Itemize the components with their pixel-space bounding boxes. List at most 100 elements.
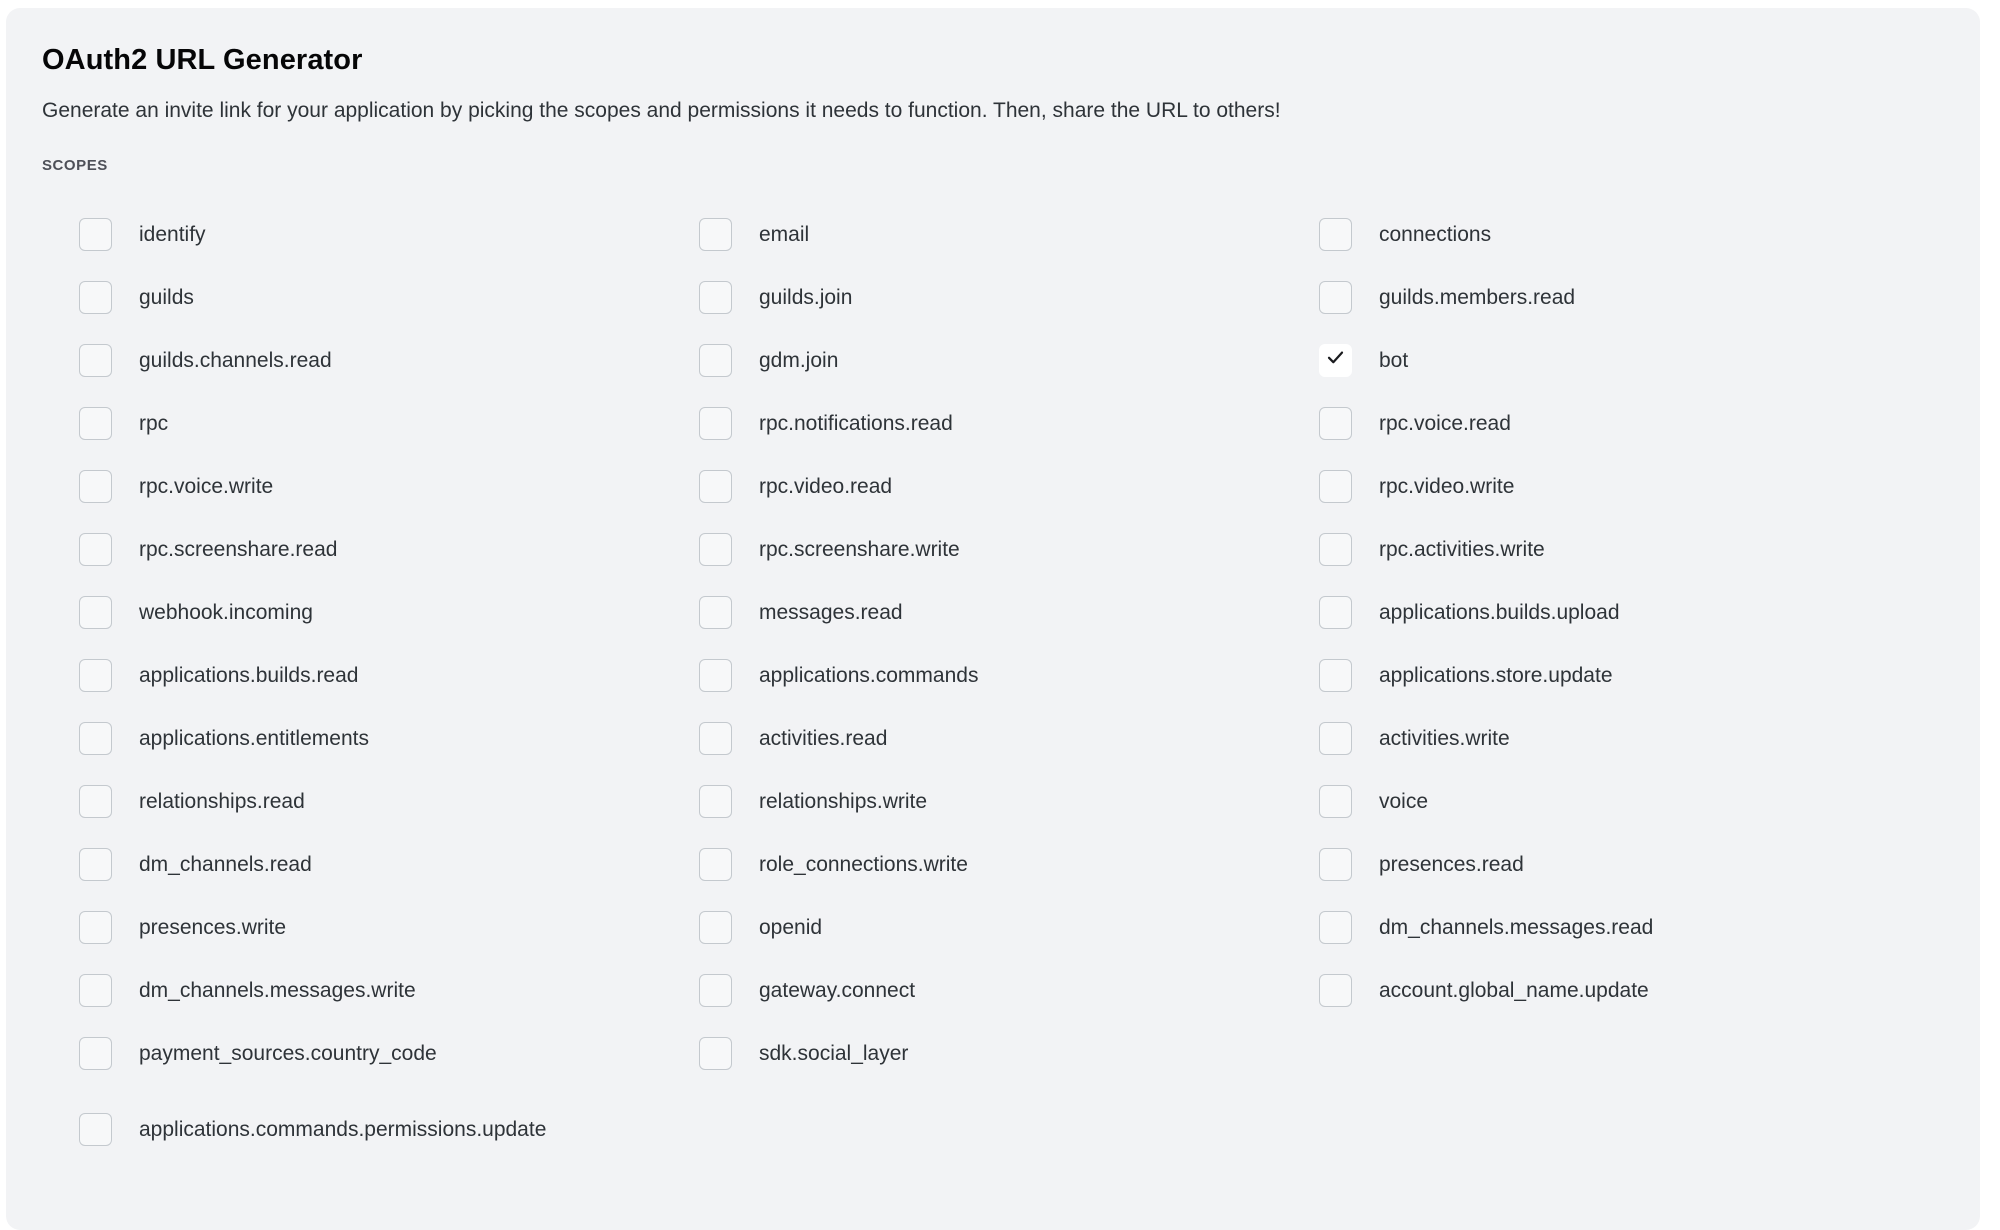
checkbox-unchecked[interactable] — [699, 658, 732, 692]
scope-item[interactable]: account.global_name.update — [1319, 959, 1944, 1022]
checkbox-unchecked[interactable] — [699, 973, 732, 1007]
checkbox-unchecked[interactable] — [699, 721, 732, 755]
checkbox-unchecked[interactable] — [79, 217, 112, 251]
scope-item[interactable]: guilds.channels.read — [79, 329, 699, 392]
scope-label: guilds — [139, 285, 194, 309]
scope-item[interactable]: presences.read — [1319, 833, 1944, 896]
scope-label: role_connections.write — [759, 852, 968, 876]
scope-item[interactable]: rpc.notifications.read — [699, 392, 1319, 455]
checkbox-unchecked[interactable] — [79, 847, 112, 881]
scope-item[interactable]: relationships.write — [699, 770, 1319, 833]
checkbox-unchecked[interactable] — [1319, 595, 1352, 629]
checkbox-unchecked[interactable] — [1319, 280, 1352, 314]
scope-label: applications.commands — [759, 663, 979, 687]
checkbox-unchecked[interactable] — [79, 973, 112, 1007]
checkbox-unchecked[interactable] — [1319, 217, 1352, 251]
scope-item[interactable]: sdk.social_layer — [699, 1022, 1319, 1085]
scope-label: payment_sources.country_code — [139, 1041, 437, 1065]
scope-item[interactable]: rpc.activities.write — [1319, 518, 1944, 581]
scope-item[interactable]: gdm.join — [699, 329, 1319, 392]
scope-label: dm_channels.read — [139, 852, 312, 876]
checkbox-unchecked[interactable] — [699, 343, 732, 377]
checkbox-unchecked[interactable] — [79, 658, 112, 692]
checkbox-unchecked[interactable] — [699, 784, 732, 818]
scope-item[interactable]: dm_channels.messages.read — [1319, 896, 1944, 959]
checkbox-unchecked[interactable] — [79, 280, 112, 314]
checkbox-unchecked[interactable] — [1319, 532, 1352, 566]
scope-item[interactable]: rpc — [79, 392, 699, 455]
checkbox-unchecked[interactable] — [79, 406, 112, 440]
scope-item[interactable]: payment_sources.country_code — [79, 1022, 699, 1085]
checkbox-unchecked[interactable] — [699, 406, 732, 440]
scope-item[interactable]: rpc.voice.read — [1319, 392, 1944, 455]
scope-item[interactable]: rpc.video.read — [699, 455, 1319, 518]
scope-item[interactable]: webhook.incoming — [79, 581, 699, 644]
scope-label: gateway.connect — [759, 978, 916, 1002]
checkbox-unchecked[interactable] — [1319, 658, 1352, 692]
checkbox-unchecked[interactable] — [699, 280, 732, 314]
scope-item[interactable]: applications.commands — [699, 644, 1319, 707]
scope-label: guilds.members.read — [1379, 285, 1576, 309]
checkbox-unchecked[interactable] — [699, 217, 732, 251]
scope-item[interactable]: guilds — [79, 266, 699, 329]
scope-item[interactable]: voice — [1319, 770, 1944, 833]
scope-item[interactable]: applications.builds.upload — [1319, 581, 1944, 644]
scope-item[interactable]: rpc.video.write — [1319, 455, 1944, 518]
scope-item[interactable]: bot — [1319, 329, 1944, 392]
checkbox-unchecked[interactable] — [79, 1112, 112, 1146]
checkbox-unchecked[interactable] — [699, 532, 732, 566]
scope-item[interactable]: connections — [1319, 203, 1944, 266]
checkbox-unchecked[interactable] — [1319, 721, 1352, 755]
checkbox-unchecked[interactable] — [1319, 973, 1352, 1007]
scope-label: dm_channels.messages.write — [139, 978, 416, 1002]
scope-label: presences.read — [1379, 852, 1524, 876]
checkbox-unchecked[interactable] — [699, 595, 732, 629]
checkbox-unchecked[interactable] — [79, 532, 112, 566]
scope-item[interactable]: activities.read — [699, 707, 1319, 770]
checkbox-unchecked[interactable] — [1319, 847, 1352, 881]
checkbox-unchecked[interactable] — [79, 343, 112, 377]
scope-label: applications.builds.read — [139, 663, 359, 687]
scope-item[interactable]: presences.write — [79, 896, 699, 959]
scope-item[interactable]: role_connections.write — [699, 833, 1319, 896]
scope-label: rpc.voice.write — [139, 474, 274, 498]
scope-label: applications.store.update — [1379, 663, 1613, 687]
scope-label: relationships.write — [759, 789, 928, 813]
scope-item[interactable]: rpc.screenshare.read — [79, 518, 699, 581]
checkbox-unchecked[interactable] — [79, 1036, 112, 1070]
scope-label: dm_channels.messages.read — [1379, 915, 1654, 939]
scope-item[interactable]: applications.entitlements — [79, 707, 699, 770]
checkbox-unchecked[interactable] — [1319, 406, 1352, 440]
scope-label: sdk.social_layer — [759, 1041, 909, 1065]
scope-item[interactable]: guilds.members.read — [1319, 266, 1944, 329]
scope-item[interactable]: applications.store.update — [1319, 644, 1944, 707]
checkbox-unchecked[interactable] — [1319, 910, 1352, 944]
scope-item[interactable]: applications.commands.permissions.update — [79, 1098, 1944, 1161]
scope-item[interactable]: openid — [699, 896, 1319, 959]
checkbox-unchecked[interactable] — [699, 910, 732, 944]
scope-item[interactable]: rpc.screenshare.write — [699, 518, 1319, 581]
scope-item[interactable]: identify — [79, 203, 699, 266]
scope-item[interactable]: gateway.connect — [699, 959, 1319, 1022]
scope-item[interactable]: activities.write — [1319, 707, 1944, 770]
scope-item[interactable]: guilds.join — [699, 266, 1319, 329]
scope-item[interactable]: messages.read — [699, 581, 1319, 644]
scope-item[interactable]: applications.builds.read — [79, 644, 699, 707]
checkbox-unchecked[interactable] — [79, 469, 112, 503]
scope-item[interactable]: email — [699, 203, 1319, 266]
checkbox-unchecked[interactable] — [1319, 784, 1352, 818]
checkbox-unchecked[interactable] — [699, 1036, 732, 1070]
scope-label: rpc.voice.read — [1379, 411, 1511, 435]
checkbox-unchecked[interactable] — [699, 469, 732, 503]
scope-item[interactable]: dm_channels.messages.write — [79, 959, 699, 1022]
scope-item[interactable]: dm_channels.read — [79, 833, 699, 896]
checkbox-checked[interactable] — [1319, 343, 1352, 377]
scope-item[interactable]: rpc.voice.write — [79, 455, 699, 518]
checkbox-unchecked[interactable] — [79, 595, 112, 629]
checkbox-unchecked[interactable] — [699, 847, 732, 881]
checkbox-unchecked[interactable] — [79, 784, 112, 818]
checkbox-unchecked[interactable] — [1319, 469, 1352, 503]
checkbox-unchecked[interactable] — [79, 910, 112, 944]
checkbox-unchecked[interactable] — [79, 721, 112, 755]
scope-item[interactable]: relationships.read — [79, 770, 699, 833]
